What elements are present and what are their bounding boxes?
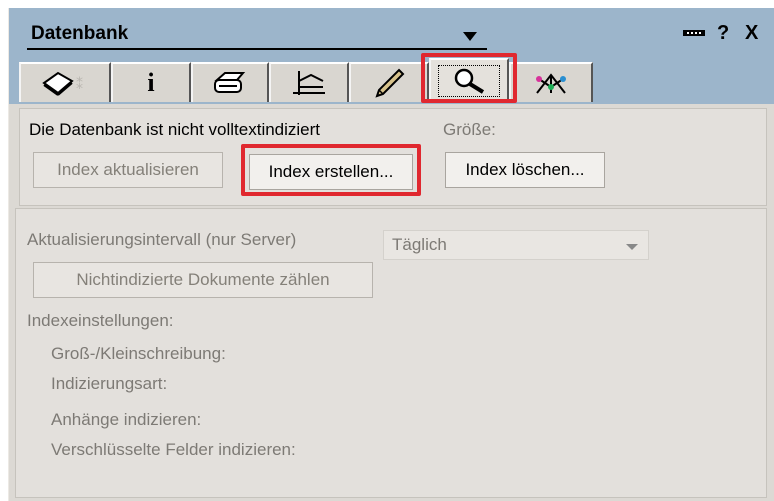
index-settings-heading: Indexeinstellungen: xyxy=(27,311,174,330)
index-type-label: Indizierungsart: xyxy=(51,374,168,393)
update-interval-label: Aktualisierungsintervall (nur Server) xyxy=(27,230,297,249)
delete-index-button[interactable]: Index löschen... xyxy=(445,152,605,188)
help-icon[interactable]: ? xyxy=(717,22,729,45)
properties-panel: Datenbank ? X ⁑ i Die Datenbank ist nich… xyxy=(8,8,774,501)
update-interval-select[interactable]: Täglich xyxy=(383,230,649,260)
svg-text:⁑: ⁑ xyxy=(76,76,83,92)
minimize-icon[interactable] xyxy=(683,30,705,36)
tab-strip: ⁑ i xyxy=(9,56,774,104)
tab-launch[interactable] xyxy=(349,62,429,102)
chevron-down-icon xyxy=(626,244,638,250)
design-icon xyxy=(293,71,325,95)
close-icon[interactable]: X xyxy=(745,22,758,45)
tab-info[interactable]: i xyxy=(111,62,191,102)
pen-icon xyxy=(375,68,405,98)
index-attachments-label: Anhänge indizieren: xyxy=(51,410,202,429)
update-interval-value: Täglich xyxy=(392,235,447,254)
book-icon: ⁑ xyxy=(42,71,83,96)
update-index-button[interactable]: Index aktualisieren xyxy=(33,152,223,188)
highlight-create-index xyxy=(241,144,421,196)
printer-icon xyxy=(214,72,246,93)
index-size-label: Größe: xyxy=(443,120,496,139)
tab-basics[interactable]: ⁑ xyxy=(19,62,111,102)
dropdown-arrow-icon[interactable] xyxy=(463,32,477,41)
title-bar: Datenbank ? X xyxy=(9,8,774,56)
tab-print[interactable] xyxy=(191,62,269,102)
count-unindexed-button[interactable]: Nichtindizierte Dokumente zählen xyxy=(33,262,373,298)
advanced-icon xyxy=(536,73,566,94)
database-selector[interactable]: Datenbank xyxy=(27,20,487,50)
index-encrypted-fields-label: Verschlüsselte Felder indizieren: xyxy=(51,440,296,459)
tab-design[interactable] xyxy=(269,62,349,102)
highlight-active-tab xyxy=(421,53,517,103)
case-sensitivity-label: Groß-/Kleinschreibung: xyxy=(51,344,226,363)
tab-advanced[interactable] xyxy=(509,62,593,102)
index-status-text: Die Datenbank ist nicht volltextindizier… xyxy=(29,120,321,139)
database-label: Datenbank xyxy=(31,23,129,44)
info-icon: i xyxy=(147,68,155,97)
